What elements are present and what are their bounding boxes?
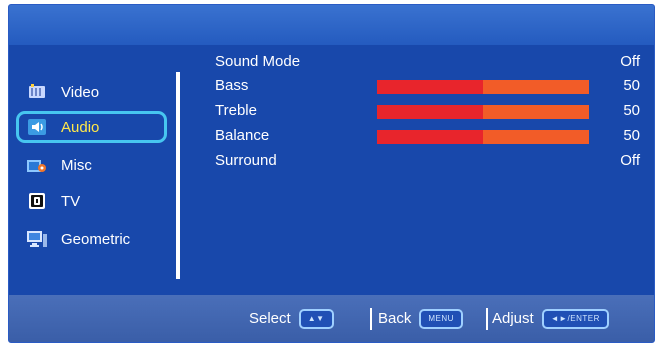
sidebar-item-label: Geometric (61, 230, 131, 248)
hint-select: Select ▲▼ (249, 295, 334, 342)
balance-slider[interactable] (377, 130, 589, 144)
hint-back-label: Back (378, 310, 412, 327)
hint-select-label: Select (249, 310, 291, 327)
sidebar-item-geometric[interactable]: Geometric (19, 223, 164, 255)
hint-adjust: Adjust ◄►/ENTER (492, 295, 609, 342)
sidebar-divider (176, 72, 180, 279)
main-panel: Video Audio Misc TV Geometric Sound Mode… (9, 45, 654, 295)
setting-label: Bass (215, 77, 249, 94)
tv-icon (27, 192, 47, 210)
setting-balance[interactable]: Balance 50 (215, 127, 640, 149)
footer-separator (370, 308, 372, 330)
enter-key-icon: ◄►/ENTER (541, 308, 609, 329)
setting-label: Sound Mode (215, 53, 301, 70)
treble-slider-fill (377, 105, 483, 119)
sidebar-item-label: Audio (61, 118, 100, 136)
video-icon (27, 83, 47, 101)
geometric-icon (27, 230, 47, 248)
osd-window: Video Audio Misc TV Geometric Sound Mode… (8, 4, 655, 343)
setting-value: Off (620, 152, 640, 169)
sidebar-item-label: Misc (61, 156, 92, 174)
menu-key-icon: MENU (419, 308, 463, 329)
setting-value: Off (620, 53, 640, 70)
setting-bass[interactable]: Bass 50 (215, 77, 640, 99)
title-bar (9, 5, 654, 45)
treble-slider[interactable] (377, 105, 589, 119)
audio-icon (27, 118, 47, 136)
setting-treble[interactable]: Treble 50 (215, 102, 640, 124)
sidebar-item-label: Video (61, 83, 100, 101)
balance-slider-fill (377, 130, 483, 144)
misc-icon (27, 156, 47, 174)
setting-value: 50 (623, 127, 640, 144)
sidebar-item-tv[interactable]: TV (19, 185, 164, 217)
setting-label: Treble (215, 102, 257, 119)
setting-sound-mode[interactable]: Sound Mode Off (215, 53, 640, 75)
sidebar-item-label: TV (61, 192, 81, 210)
sidebar-item-video[interactable]: Video (19, 76, 164, 108)
hint-adjust-label: Adjust (492, 310, 534, 327)
sidebar-item-misc[interactable]: Misc (19, 149, 164, 181)
hint-back: Back MENU (378, 295, 463, 342)
setting-value: 50 (623, 77, 640, 94)
up-down-key-icon: ▲▼ (298, 308, 334, 329)
setting-surround[interactable]: Surround Off (215, 152, 640, 174)
bass-slider[interactable] (377, 80, 589, 94)
setting-label: Balance (215, 127, 270, 144)
setting-label: Surround (215, 152, 277, 169)
sidebar-item-audio[interactable]: Audio (16, 111, 167, 143)
bass-slider-fill (377, 80, 483, 94)
footer-separator (486, 308, 488, 330)
footer-hint-bar: Select ▲▼ Back MENU Adjust ◄►/ENTER (9, 295, 654, 342)
setting-value: 50 (623, 102, 640, 119)
